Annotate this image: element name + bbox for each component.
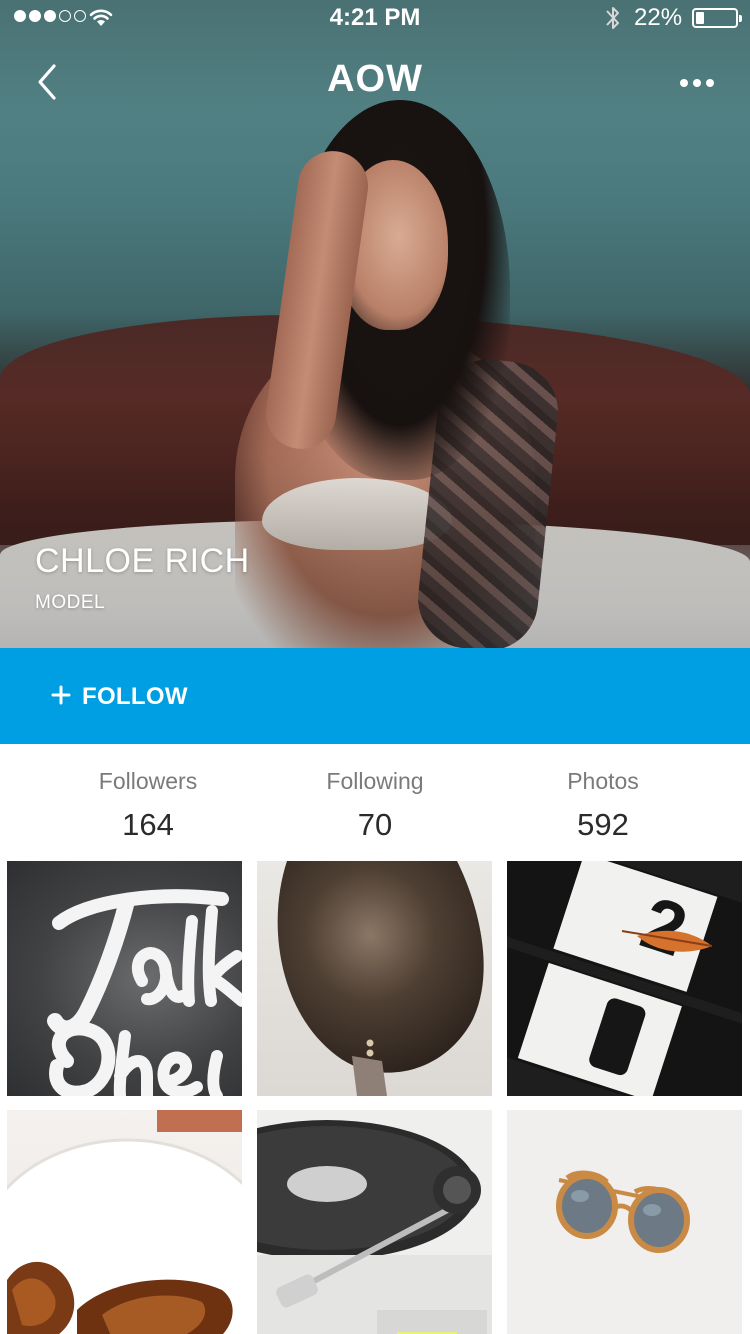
status-bar: 4:21 PM 22%: [0, 0, 750, 36]
profile-role: MODEL: [35, 592, 106, 613]
photo-tile-turntable[interactable]: [257, 1110, 492, 1334]
follow-button-label: FOLLOW: [82, 683, 188, 710]
ellipsis-icon[interactable]: [680, 74, 716, 92]
photo-tile-lettering-art[interactable]: [7, 861, 242, 1096]
stat-label: Following: [326, 768, 424, 794]
food-plate-art: [7, 1110, 242, 1334]
photo-tile-bronze-object[interactable]: [257, 861, 492, 1096]
stat-photos[interactable]: Photos 592: [483, 768, 723, 843]
bronze-object-art: [277, 861, 484, 1096]
photo-tile-sunglasses[interactable]: [507, 1110, 742, 1334]
plus-icon: [51, 685, 71, 705]
stat-followers[interactable]: Followers 164: [28, 768, 268, 843]
bluetooth-icon: [606, 7, 619, 29]
stat-value: 164: [122, 807, 174, 842]
stat-value: 592: [577, 807, 629, 842]
stat-following[interactable]: Following 70: [255, 768, 495, 843]
profile-name: CHLOE RICH: [35, 542, 250, 580]
battery-percentage: 22%: [634, 4, 683, 31]
turntable-art: [257, 1110, 492, 1334]
battery-icon: [692, 8, 742, 28]
sunglasses-art: [507, 1110, 742, 1334]
photo-tile-food-plate[interactable]: [7, 1110, 242, 1334]
lettering-artwork: [47, 889, 242, 1096]
stat-label: Photos: [567, 768, 639, 794]
page-title: AOW: [327, 58, 423, 100]
wine-bottles-art: 2: [507, 861, 742, 1096]
stat-value: 70: [357, 807, 393, 842]
stat-label: Followers: [98, 768, 198, 794]
battery-level-fill: [696, 12, 704, 24]
photo-tile-wine-bottles[interactable]: 2: [507, 861, 742, 1096]
